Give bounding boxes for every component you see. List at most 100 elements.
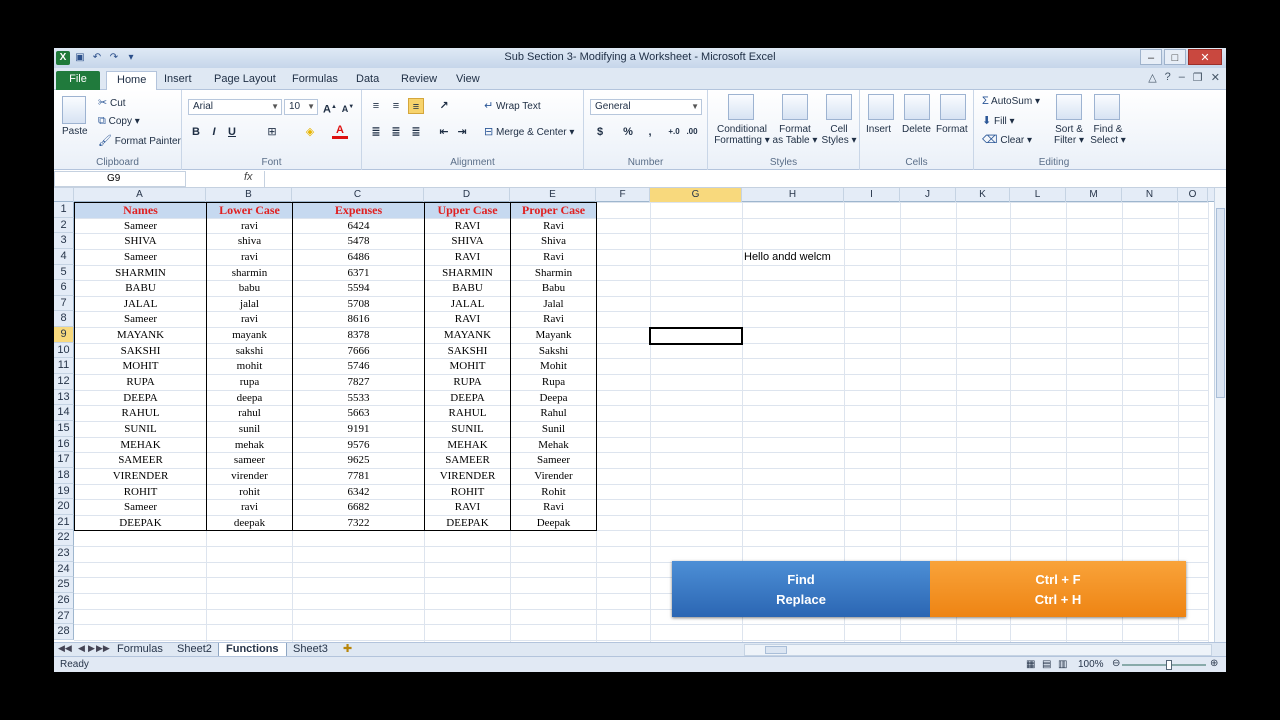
zoom-out-icon[interactable]: ⊖ <box>1112 658 1120 669</box>
select-all-corner[interactable] <box>54 188 74 202</box>
normal-view-icon[interactable]: ▦ <box>1026 659 1035 670</box>
doc-close-icon[interactable]: ✕ <box>1211 71 1220 84</box>
tab-insert[interactable]: Insert <box>154 71 202 90</box>
worksheet-grid[interactable]: ABCDEFGHIJKLMNO 1 2 3 4 5 6 7 8 9 10 11 12 13 14 15 16 1… <box>54 188 1226 642</box>
clear-button[interactable]: ⌫ Clear ▾ <box>982 133 1032 146</box>
percent-button[interactable]: % <box>620 124 636 140</box>
align-right-icon[interactable]: ≣ <box>408 124 424 140</box>
tab-home[interactable]: Home <box>106 71 158 90</box>
delete-button[interactable]: Delete <box>902 124 931 135</box>
tab-page-layout[interactable]: Page Layout <box>204 71 286 90</box>
column-header-j[interactable]: J <box>900 188 956 202</box>
sort-filter-icon[interactable] <box>1056 94 1082 120</box>
page-break-view-icon[interactable]: ▥ <box>1058 659 1067 670</box>
column-header-f[interactable]: F <box>596 188 650 202</box>
format-painter-button[interactable]: 🖌 Format Painter <box>98 134 181 147</box>
tab-formulas[interactable]: Formulas <box>282 71 348 90</box>
row-header[interactable]: 3 <box>54 233 74 249</box>
vertical-scroll-thumb[interactable] <box>1216 208 1225 398</box>
decrease-decimal-icon[interactable]: .00 <box>684 124 700 140</box>
italic-button[interactable]: I <box>206 124 222 140</box>
row-header[interactable]: 21 <box>54 514 74 531</box>
autosum-button[interactable]: Σ AutoSum ▾ <box>982 95 1040 107</box>
find-select-button[interactable]: Find & Select ▾ <box>1088 124 1128 146</box>
orientation-icon[interactable]: ↗ <box>436 98 452 114</box>
cut-button[interactable]: ✂ Cut <box>98 96 126 109</box>
row-header[interactable]: 7 <box>54 295 74 312</box>
delete-cells-icon[interactable] <box>904 94 930 120</box>
align-bottom-icon[interactable]: ≡ <box>408 98 424 114</box>
sheet-tab-functions[interactable]: Functions <box>218 643 287 657</box>
help-icon[interactable]: ? <box>1165 71 1171 84</box>
conditional-formatting-button[interactable]: Conditional Formatting ▾ <box>714 124 770 146</box>
row-header[interactable]: 25 <box>54 577 74 593</box>
conditional-formatting-icon[interactable] <box>728 94 754 120</box>
zoom-level[interactable]: 100% <box>1078 659 1104 670</box>
column-header-g[interactable]: G <box>650 188 742 202</box>
format-as-table-icon[interactable] <box>782 94 808 120</box>
column-header-h[interactable]: H <box>742 188 844 202</box>
cell-styles-icon[interactable] <box>826 94 852 120</box>
font-size-combo[interactable]: 10 ▼ <box>284 99 318 115</box>
bold-button[interactable]: B <box>188 124 204 140</box>
column-header-o[interactable]: O <box>1178 188 1208 202</box>
underline-button[interactable]: U <box>224 124 240 140</box>
column-header-i[interactable]: I <box>844 188 900 202</box>
minimize-icon[interactable]: – <box>1140 49 1162 65</box>
zoom-slider[interactable] <box>1122 660 1206 670</box>
align-center-icon[interactable]: ≣ <box>388 124 404 140</box>
row-header[interactable]: 14 <box>54 405 74 421</box>
close-icon[interactable]: ✕ <box>1188 49 1222 65</box>
comma-button[interactable]: , <box>642 124 658 140</box>
row-header[interactable]: 13 <box>54 389 74 406</box>
row-header[interactable]: 16 <box>54 436 74 453</box>
font-name-combo[interactable]: Arial ▼ <box>188 99 282 115</box>
tab-file[interactable]: File <box>56 71 100 90</box>
column-header-k[interactable]: K <box>956 188 1010 202</box>
note-cell-text[interactable]: Hello andd welcm <box>744 251 831 263</box>
font-color-icon[interactable]: A <box>332 124 348 139</box>
format-cells-icon[interactable] <box>940 94 966 120</box>
wrap-text-button[interactable]: ↵ Wrap Text <box>484 99 541 112</box>
sheet-tab-sheet3[interactable]: Sheet3 <box>286 643 335 657</box>
row-header[interactable]: 5 <box>54 264 74 281</box>
horizontal-scrollbar[interactable] <box>744 644 1212 656</box>
column-header-m[interactable]: M <box>1066 188 1122 202</box>
horizontal-scroll-thumb[interactable] <box>765 646 787 654</box>
row-header[interactable]: 11 <box>54 358 74 375</box>
row-header[interactable]: 12 <box>54 374 74 390</box>
row-header[interactable]: 8 <box>54 311 74 328</box>
row-header[interactable]: 27 <box>54 608 74 625</box>
column-header-d[interactable]: D <box>424 188 510 202</box>
row-header[interactable]: 19 <box>54 483 74 500</box>
copy-button[interactable]: ⧉ Copy ▾ <box>98 115 140 128</box>
row-header[interactable]: 6 <box>54 280 74 296</box>
row-header[interactable]: 9 <box>54 327 74 343</box>
selected-cell[interactable] <box>649 327 743 345</box>
insert-cells-icon[interactable] <box>868 94 894 120</box>
row-header[interactable]: 23 <box>54 546 74 562</box>
column-header-b[interactable]: B <box>206 188 292 202</box>
increase-decimal-icon[interactable]: +.0 <box>666 124 682 140</box>
increase-indent-icon[interactable]: ⇥ <box>454 124 470 140</box>
page-layout-view-icon[interactable]: ▤ <box>1042 659 1051 670</box>
paste-icon[interactable] <box>62 96 86 124</box>
prev-sheet-icon[interactable]: ◀ <box>78 643 85 654</box>
align-top-icon[interactable]: ≡ <box>368 98 384 114</box>
column-header-e[interactable]: E <box>510 188 596 202</box>
merge-center-button[interactable]: ⊟ Merge & Center ▾ <box>484 125 574 138</box>
tab-review[interactable]: Review <box>391 71 447 90</box>
fill-color-icon[interactable]: ◈ <box>302 124 318 140</box>
insert-sheet-icon[interactable]: ✚ <box>336 643 359 657</box>
row-header[interactable]: 4 <box>54 248 74 265</box>
row-header[interactable]: 28 <box>54 624 74 640</box>
cell-styles-button[interactable]: Cell Styles ▾ <box>818 124 860 146</box>
column-header-a[interactable]: A <box>74 188 206 202</box>
sheet-tab-formulas[interactable]: Formulas <box>110 643 170 657</box>
row-header[interactable]: 15 <box>54 420 74 437</box>
minimize-ribbon-icon[interactable]: △ <box>1148 71 1156 84</box>
borders-icon[interactable]: ⊞ <box>264 124 280 140</box>
sheet-tab-sheet2[interactable]: Sheet2 <box>170 643 219 657</box>
zoom-slider-knob[interactable] <box>1166 660 1172 670</box>
maximize-icon[interactable]: □ <box>1164 49 1186 65</box>
